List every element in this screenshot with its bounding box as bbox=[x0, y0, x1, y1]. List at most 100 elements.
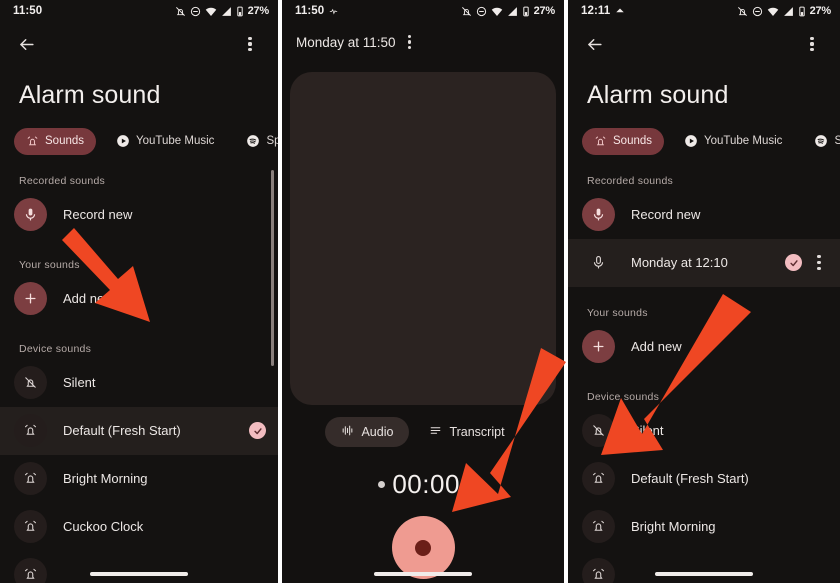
list-item-label: Silent bbox=[63, 375, 96, 390]
alarm-bell-icon bbox=[14, 510, 47, 543]
list-item-silent[interactable]: Silent bbox=[0, 359, 278, 407]
alarm-off-icon bbox=[737, 6, 748, 17]
recording-dot-icon bbox=[378, 481, 386, 488]
plus-icon bbox=[582, 330, 615, 363]
app-bar-3 bbox=[568, 22, 840, 66]
microphone-icon bbox=[582, 246, 615, 279]
status-time: 11:50 bbox=[295, 5, 325, 17]
mic-active-icon bbox=[329, 7, 338, 16]
page-title: Alarm sound bbox=[19, 81, 161, 109]
list-item-label: Bright Morning bbox=[631, 519, 716, 534]
row-more-options-icon[interactable] bbox=[810, 252, 828, 274]
alarm-bell-icon bbox=[594, 135, 607, 148]
status-icons: 27% bbox=[461, 5, 555, 17]
selected-check-icon bbox=[249, 422, 266, 439]
alarm-bell-icon bbox=[582, 462, 615, 495]
alarm-bell-icon bbox=[582, 510, 615, 543]
waveform-icon bbox=[341, 424, 354, 440]
dnd-icon bbox=[752, 6, 763, 17]
dnd-icon bbox=[190, 6, 201, 17]
section-label-recorded: Recorded sounds bbox=[587, 174, 674, 187]
phone-panel-3: 12:11 27% Alarm sound Sounds YouTube Mus… bbox=[568, 0, 840, 583]
list-item-label: Record new bbox=[631, 207, 701, 222]
bell-off-icon bbox=[14, 366, 47, 399]
youtube-music-icon bbox=[684, 134, 698, 148]
plus-icon bbox=[14, 282, 47, 315]
chip-sounds[interactable]: Sounds bbox=[582, 127, 665, 155]
transcript-lines-icon bbox=[429, 424, 442, 440]
list-item-record-new[interactable]: Record new bbox=[568, 191, 840, 239]
scrollbar-thumb-1[interactable] bbox=[271, 170, 274, 366]
chip-spotify[interactable]: Spotify bbox=[234, 128, 278, 155]
list-item-monday-recording[interactable]: Monday at 12:10 bbox=[568, 238, 840, 287]
selected-check-icon bbox=[785, 254, 802, 271]
home-indicator[interactable] bbox=[374, 572, 472, 576]
recorder-tab-row: Audio Transcript bbox=[282, 417, 564, 447]
tab-transcript[interactable]: Transcript bbox=[413, 417, 520, 447]
chip-youtube-music[interactable]: YouTube Music bbox=[104, 128, 226, 155]
list-item-label: Bright Morning bbox=[63, 471, 148, 486]
alarm-bell-icon bbox=[26, 135, 39, 148]
status-time: 12:11 bbox=[581, 5, 611, 17]
list-item-label: Cuckoo Clock bbox=[63, 519, 144, 534]
signal-icon bbox=[507, 6, 518, 17]
screenshot-stage: 11:50 27% Alarm sound Sounds YouTube Mus… bbox=[0, 0, 840, 583]
system-nav-bar-2 bbox=[282, 565, 564, 583]
alarm-off-icon bbox=[461, 6, 472, 17]
list-item-record-new[interactable]: Record new bbox=[0, 191, 278, 239]
spotify-icon bbox=[246, 134, 260, 148]
back-arrow-icon[interactable] bbox=[580, 30, 608, 58]
list-item-label: Record new bbox=[63, 207, 133, 222]
recording-timer: 00:00. bbox=[282, 469, 564, 500]
section-label-your-sounds: Your sounds bbox=[587, 306, 648, 319]
alarm-bell-icon bbox=[14, 414, 47, 447]
list-item-add-new[interactable]: Add new bbox=[0, 275, 278, 323]
battery-percent: 27% bbox=[809, 5, 832, 17]
status-icons: 27% bbox=[737, 5, 831, 17]
microphone-icon bbox=[14, 198, 47, 231]
section-label-device-sounds: Device sounds bbox=[587, 390, 660, 403]
list-item-label: Add new bbox=[63, 291, 114, 306]
system-nav-bar-1 bbox=[0, 565, 278, 583]
tab-label: Audio bbox=[361, 425, 394, 439]
more-options-icon[interactable] bbox=[396, 28, 424, 56]
list-item-silent[interactable]: Silent bbox=[568, 407, 840, 455]
status-time: 11:50 bbox=[13, 5, 43, 17]
app-bar-1 bbox=[0, 22, 278, 66]
tab-audio[interactable]: Audio bbox=[325, 417, 410, 447]
wifi-icon bbox=[767, 6, 779, 17]
waveform-area bbox=[290, 72, 556, 405]
home-indicator[interactable] bbox=[655, 572, 753, 576]
back-arrow-icon[interactable] bbox=[12, 30, 40, 58]
wifi-icon bbox=[205, 6, 217, 17]
status-bar-3: 12:11 27% bbox=[568, 0, 840, 22]
section-label-recorded: Recorded sounds bbox=[19, 174, 106, 187]
list-item-default-fresh-start[interactable]: Default (Fresh Start) bbox=[0, 406, 278, 455]
list-item-label: Monday at 12:10 bbox=[631, 255, 728, 270]
list-item-bright-morning[interactable]: Bright Morning bbox=[0, 455, 278, 503]
bell-off-icon bbox=[582, 414, 615, 447]
list-item-label: Default (Fresh Start) bbox=[63, 423, 181, 438]
home-indicator[interactable] bbox=[90, 572, 188, 576]
more-options-icon[interactable] bbox=[236, 30, 264, 58]
status-icons: 27% bbox=[175, 5, 269, 17]
list-item-bright-morning[interactable]: Bright Morning bbox=[568, 503, 840, 551]
phone-panel-2: 11:50 27% Monday at 11:50 Audio Transcri… bbox=[282, 0, 564, 583]
chip-spotify[interactable]: Spotify bbox=[802, 128, 840, 155]
list-item-default-fresh-start[interactable]: Default (Fresh Start) bbox=[568, 455, 840, 503]
upload-arrow-icon bbox=[615, 6, 625, 16]
dnd-icon bbox=[476, 6, 487, 17]
source-chip-row-3: Sounds YouTube Music Spotify bbox=[568, 110, 840, 155]
more-options-icon[interactable] bbox=[798, 30, 826, 58]
list-item-label: Add new bbox=[631, 339, 682, 354]
chip-label: Spotify bbox=[834, 135, 840, 147]
system-nav-bar-3 bbox=[568, 565, 840, 583]
list-item-cuckoo-clock[interactable]: Cuckoo Clock bbox=[0, 503, 278, 551]
chip-youtube-music[interactable]: YouTube Music bbox=[672, 128, 794, 155]
chip-label: YouTube Music bbox=[704, 135, 783, 147]
list-item-add-new[interactable]: Add new bbox=[568, 323, 840, 371]
chip-sounds[interactable]: Sounds bbox=[14, 127, 97, 155]
tab-label: Transcript bbox=[449, 425, 505, 439]
timer-value: 00:00. bbox=[392, 469, 468, 499]
chip-label: Sounds bbox=[613, 135, 653, 147]
